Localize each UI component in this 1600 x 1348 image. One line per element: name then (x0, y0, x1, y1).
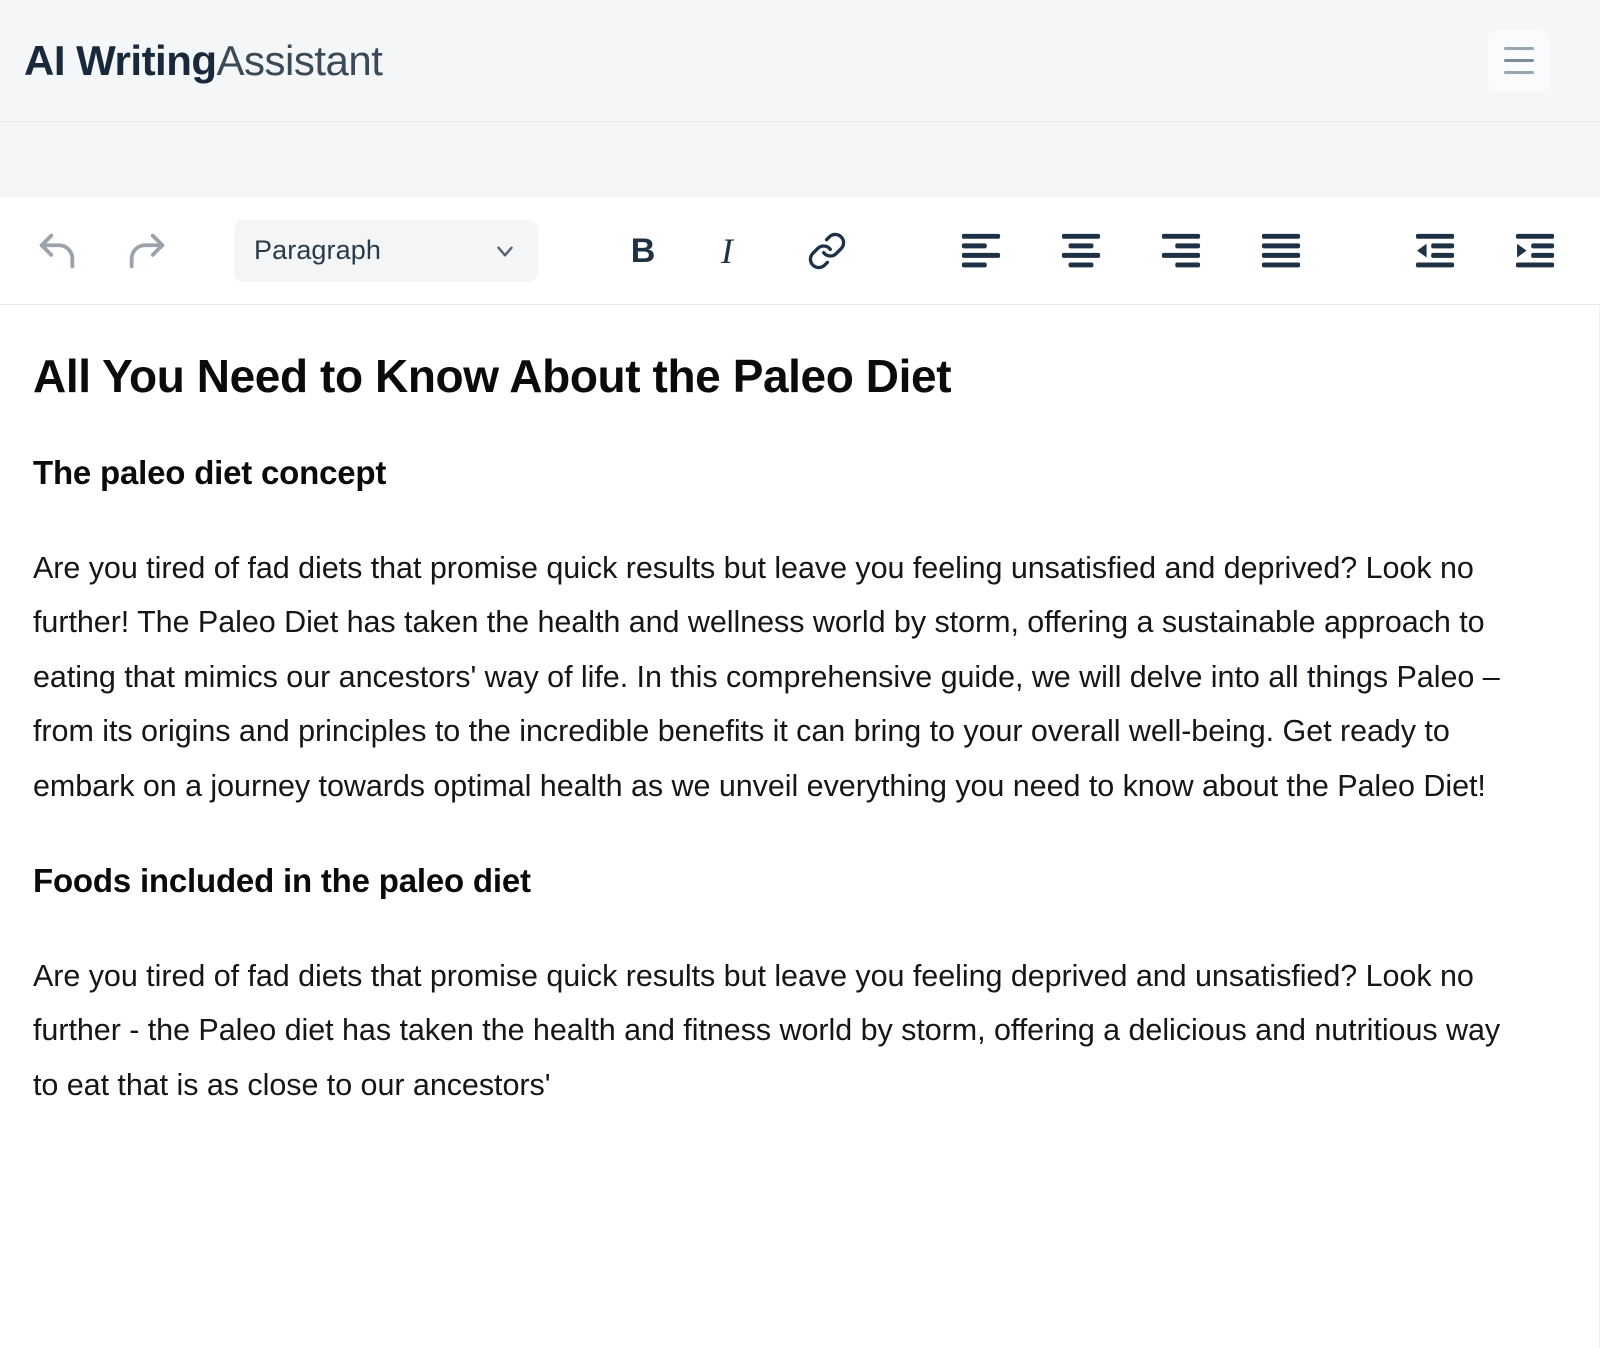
app-logo: AI WritingAssistant (10, 36, 383, 84)
document-editor[interactable]: All You Need to Know About the Paleo Die… (0, 305, 1566, 1112)
link-icon (808, 232, 846, 269)
italic-button[interactable]: I (690, 220, 764, 282)
align-center-icon (1061, 233, 1101, 267)
hamburger-menu-icon-bar-middle (1504, 59, 1534, 62)
paragraph-format-value: Paragraph (254, 235, 381, 265)
section-heading-1: The paleo diet concept (33, 454, 387, 492)
app-root: AI WritingAssistant Paragraph B I All Yo… (0, 0, 1600, 1348)
undo-icon (39, 233, 75, 268)
header-divider-band (0, 121, 1600, 197)
brand-name-primary: AI Writing (24, 36, 217, 84)
align-center-button[interactable] (1044, 220, 1118, 282)
document-title: All You Need to Know About the Paleo Die… (33, 350, 952, 402)
section-heading-2: Foods included in the paleo diet (33, 862, 531, 900)
link-button[interactable] (790, 220, 864, 282)
chevron-down-icon (497, 246, 513, 257)
indent-button[interactable] (1498, 220, 1572, 282)
redo-button[interactable] (116, 222, 178, 280)
outdent-icon (1415, 233, 1455, 267)
bold-button[interactable]: B (606, 220, 680, 282)
hamburger-menu-icon (1504, 47, 1534, 50)
align-justify-button[interactable] (1244, 220, 1318, 282)
document-scroll-area[interactable]: All You Need to Know About the Paleo Die… (0, 305, 1600, 1348)
app-header: AI WritingAssistant (0, 0, 1600, 121)
paragraph-format-select[interactable]: Paragraph (234, 219, 538, 282)
editor-toolbar: Paragraph B I (0, 197, 1600, 305)
align-left-button[interactable] (944, 220, 1018, 282)
hamburger-menu-icon-bar-bottom (1504, 71, 1534, 74)
redo-icon (129, 233, 165, 268)
align-justify-icon (1261, 233, 1301, 267)
align-right-button[interactable] (1144, 220, 1218, 282)
brand-name-secondary: Assistant (216, 36, 383, 84)
align-left-icon (961, 233, 1001, 267)
hamburger-menu-button[interactable] (1488, 29, 1550, 92)
section-paragraph-2: Are you tired of fad diets that promise … (33, 958, 1501, 1102)
undo-button[interactable] (26, 222, 88, 280)
section-paragraph-1: Are you tired of fad diets that promise … (33, 550, 1500, 803)
align-right-icon (1161, 233, 1201, 267)
indent-icon (1515, 233, 1555, 267)
outdent-button[interactable] (1398, 220, 1472, 282)
